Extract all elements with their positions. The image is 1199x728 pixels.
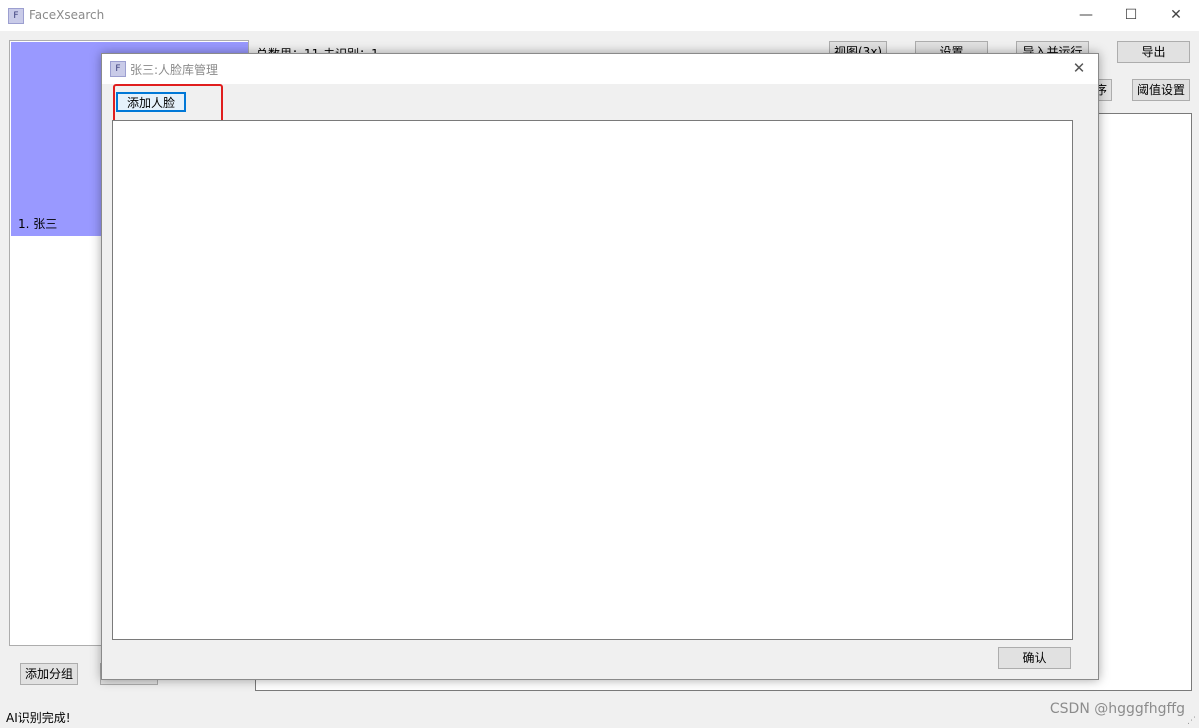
resize-grip-icon[interactable]: ⋰: [1187, 716, 1197, 726]
status-text: AI识别完成!: [6, 711, 71, 725]
maximize-icon[interactable]: ☐: [1108, 0, 1154, 31]
dialog-title: 张三:人脸库管理: [130, 63, 219, 77]
dialog-logo-icon: F: [110, 61, 126, 77]
window-title: FaceXsearch: [29, 8, 105, 22]
threshold-settings-button[interactable]: 阈值设置: [1132, 79, 1190, 101]
watermark: CSDN @hgggfhgffg: [1049, 701, 1185, 717]
add-face-button[interactable]: 添加人脸: [116, 92, 186, 112]
confirm-button[interactable]: 确认: [998, 647, 1071, 669]
minimize-icon[interactable]: —: [1063, 0, 1109, 31]
face-list-area[interactable]: [112, 120, 1073, 640]
add-group-button[interactable]: 添加分组: [20, 663, 78, 685]
main-title-bar: F FaceXsearch — ☐ ✕: [0, 0, 1199, 31]
dialog-title-bar: F 张三:人脸库管理 ✕: [102, 54, 1098, 84]
group-item-label: 1. 张三: [18, 217, 58, 231]
face-library-dialog: F 张三:人脸库管理 ✕ 添加人脸 确认: [101, 53, 1099, 680]
close-icon[interactable]: ✕: [1153, 0, 1199, 31]
export-button[interactable]: 导出: [1117, 41, 1190, 63]
dialog-close-icon[interactable]: ✕: [1064, 54, 1094, 84]
app-logo-icon: F: [8, 8, 24, 24]
